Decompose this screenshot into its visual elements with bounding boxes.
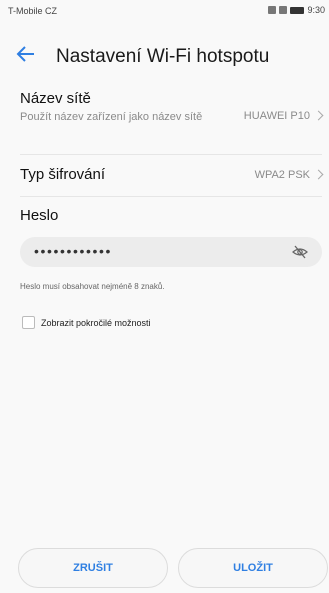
nfc-icon [268, 6, 277, 14]
eye-off-icon[interactable] [292, 244, 308, 260]
chevron-right-icon [313, 169, 324, 180]
network-name-row[interactable]: Název sítě Použít název zařízení jako ná… [20, 90, 324, 142]
cancel-button[interactable]: ZRUŠIT [18, 548, 168, 588]
save-button[interactable]: ULOŽIT [178, 548, 328, 588]
status-icons: 9:30 [268, 5, 325, 15]
battery-icon [290, 6, 305, 14]
app-bar: Nastavení Wi-Fi hotspotu [0, 34, 329, 74]
password-field[interactable]: •••••••••••• [20, 237, 322, 267]
advanced-options-label: Zobrazit pokročilé možnosti [41, 317, 151, 328]
network-name-value: HUAWEI P10 [244, 110, 324, 122]
status-bar: T-Mobile CZ 9:30 [0, 0, 329, 22]
network-name-label: Název sítě [20, 90, 91, 107]
arrow-left-icon[interactable] [16, 44, 38, 64]
page-title: Nastavení Wi-Fi hotspotu [56, 46, 270, 67]
divider [20, 154, 322, 155]
encryption-value: WPA2 PSK [255, 169, 324, 181]
encryption-row[interactable]: Typ šifrování WPA2 PSK [20, 166, 324, 190]
password-label: Heslo [20, 207, 59, 224]
divider [20, 196, 322, 197]
checkbox[interactable] [22, 316, 35, 329]
password-hint: Heslo musí obsahovat nejméně 8 znaků. [20, 282, 165, 291]
password-value: •••••••••••• [34, 243, 113, 259]
clock: 9:30 [307, 5, 325, 15]
signal-icon [279, 6, 288, 14]
network-name-description: Použít název zařízení jako název sítě [20, 111, 203, 123]
advanced-options-checkbox[interactable]: Zobrazit pokročilé možnosti [22, 316, 151, 329]
chevron-right-icon [313, 110, 324, 121]
password-section: Heslo [20, 207, 322, 224]
carrier-name: T-Mobile CZ [8, 6, 58, 16]
